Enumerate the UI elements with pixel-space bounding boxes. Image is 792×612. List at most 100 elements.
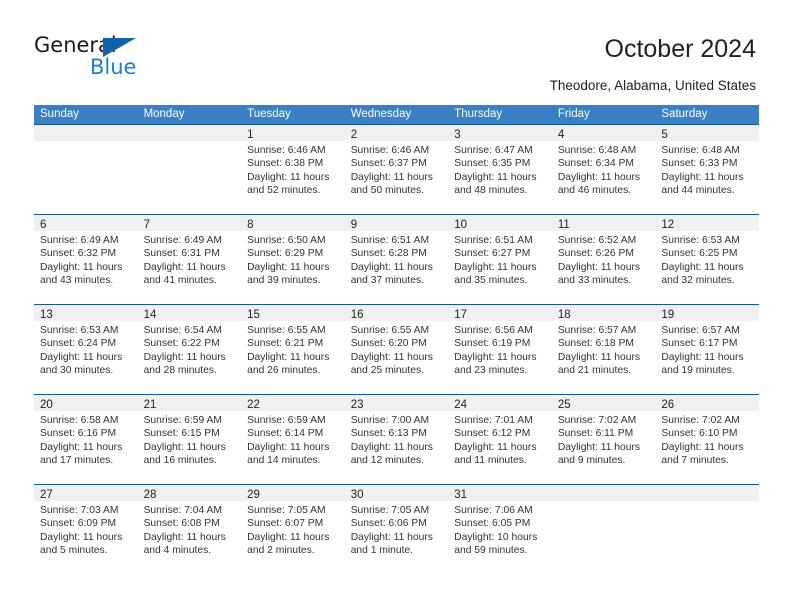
day-details: Sunrise: 7:01 AM Sunset: 6:12 PM Daylight:… [448,411,552,468]
day-number-band: 14 [137,305,242,321]
day-number-band: 17 [448,305,552,321]
calendar-day-cell[interactable]: 10 Sunrise: 6:51 AM Sunset: 6:27 PM Dayligh… [448,214,552,304]
sunset-text: Sunset: 6:35 PM [454,158,531,170]
day-details: Sunrise: 6:46 AM Sunset: 6:37 PM Daylight:… [345,141,449,198]
weekday-header-sunday: Sunday [40,108,80,120]
calendar-day-cell-empty [137,124,242,214]
day-number-band: 26 [655,395,759,411]
calendar-day-cell[interactable]: 1 Sunrise: 6:46 AM Sunset: 6:38 PM Daylight… [241,124,345,214]
daylight-text: Daylight: 11 hours and 50 minutes. [350,171,433,197]
day-number-band: 4 [551,125,656,141]
calendar-day-cell[interactable]: 12 Sunrise: 6:53 AM Sunset: 6:25 PM Dayligh… [655,214,759,304]
calendar-day-cell[interactable]: 26 Sunrise: 7:02 AM Sunset: 6:10 PM Dayligh… [655,394,759,484]
sunrise-text: Sunrise: 6:48 AM [557,145,637,156]
sunset-text: Sunset: 6:15 PM [143,428,220,440]
day-number: 13 [40,309,53,321]
calendar-day-cell[interactable]: 23 Sunrise: 7:00 AM Sunset: 6:13 PM Dayligh… [344,394,449,484]
day-details: Sunrise: 6:49 AM Sunset: 6:32 PM Daylight:… [34,231,138,288]
day-number-band: 23 [344,395,449,411]
daylight-text: Daylight: 10 hours and 59 minutes. [454,531,538,557]
sunrise-text: Sunrise: 6:57 AM [661,325,740,336]
calendar-day-cell[interactable]: 17 Sunrise: 6:56 AM Sunset: 6:19 PM Dayligh… [448,304,552,394]
sunrise-text: Sunrise: 7:03 AM [40,505,119,516]
sunrise-text: Sunrise: 6:51 AM [350,235,430,246]
calendar-day-cell[interactable]: 9 Sunrise: 6:51 AM Sunset: 6:28 PM Daylight… [344,214,449,304]
sunrise-text: Sunrise: 6:46 AM [350,145,430,156]
sunrise-text: Sunrise: 6:51 AM [454,235,533,246]
sunset-text: Sunset: 6:37 PM [350,158,427,170]
daylight-text: Daylight: 11 hours and 12 minutes. [350,441,433,467]
sunset-text: Sunset: 6:32 PM [40,248,117,260]
calendar-day-cell[interactable]: 6 Sunrise: 6:49 AM Sunset: 6:32 PM Daylight… [34,214,138,304]
calendar-day-cell[interactable]: 18 Sunrise: 6:57 AM Sunset: 6:18 PM Dayligh… [551,304,656,394]
sunrise-text: Sunrise: 6:55 AM [247,325,326,336]
calendar-day-cell[interactable]: 20 Sunrise: 6:58 AM Sunset: 6:16 PM Dayligh… [34,394,138,484]
calendar-day-cell[interactable]: 22 Sunrise: 6:59 AM Sunset: 6:14 PM Dayligh… [241,394,345,484]
calendar-day-cell[interactable]: 30 Sunrise: 7:05 AM Sunset: 6:06 PM Dayligh… [344,484,449,574]
sunset-text: Sunset: 6:22 PM [143,338,220,350]
day-number-band: 9 [344,215,449,231]
weekday-header-friday: Friday [557,108,590,120]
day-details: Sunrise: 7:02 AM Sunset: 6:10 PM Daylight:… [655,411,759,468]
day-number: 15 [247,309,260,321]
calendar-day-cell[interactable]: 29 Sunrise: 7:05 AM Sunset: 6:07 PM Dayligh… [241,484,345,574]
sunset-text: Sunset: 6:05 PM [454,518,531,530]
page-subtitle-location: Theodore, Alabama, United States [549,78,756,93]
daylight-text: Daylight: 11 hours and 19 minutes. [661,351,744,377]
day-details: Sunrise: 7:05 AM Sunset: 6:06 PM Daylight:… [345,501,449,558]
day-number-band: 13 [34,305,138,321]
calendar-day-cell[interactable]: 27 Sunrise: 7:03 AM Sunset: 6:09 PM Dayligh… [34,484,138,574]
calendar-day-cell[interactable]: 13 Sunrise: 6:53 AM Sunset: 6:24 PM Dayligh… [34,304,138,394]
daylight-text: Daylight: 11 hours and 33 minutes. [557,261,641,287]
sunrise-text: Sunrise: 6:53 AM [661,235,740,246]
sunset-text: Sunset: 6:18 PM [557,338,634,350]
daylight-text: Daylight: 11 hours and 5 minutes. [40,531,123,557]
day-details: Sunrise: 6:55 AM Sunset: 6:21 PM Daylight:… [241,321,345,378]
sunrise-text: Sunrise: 7:02 AM [557,415,637,426]
calendar-day-cell[interactable]: 14 Sunrise: 6:54 AM Sunset: 6:22 PM Dayligh… [137,304,242,394]
day-number-band: 28 [137,485,242,501]
calendar-day-cell[interactable]: 19 Sunrise: 6:57 AM Sunset: 6:17 PM Dayligh… [655,304,759,394]
day-number-band: 16 [344,305,449,321]
calendar-day-cell[interactable]: 5 Sunrise: 6:48 AM Sunset: 6:33 PM Daylight… [655,124,759,214]
day-number: 18 [557,309,571,321]
sunset-text: Sunset: 6:25 PM [661,248,738,260]
day-details: Sunrise: 6:59 AM Sunset: 6:15 PM Daylight:… [138,411,242,468]
sunrise-text: Sunrise: 6:52 AM [557,235,637,246]
day-number: 25 [557,399,571,411]
sunset-text: Sunset: 6:26 PM [557,248,634,260]
day-details: Sunrise: 6:51 AM Sunset: 6:28 PM Daylight:… [345,231,449,288]
day-details: Sunrise: 6:47 AM Sunset: 6:35 PM Daylight:… [448,141,552,198]
day-details: Sunrise: 6:46 AM Sunset: 6:38 PM Daylight:… [241,141,345,198]
calendar-day-cell[interactable]: 15 Sunrise: 6:55 AM Sunset: 6:21 PM Dayligh… [241,304,345,394]
calendar-day-cell[interactable]: 25 Sunrise: 7:02 AM Sunset: 6:11 PM Dayligh… [551,394,656,484]
day-number-band: 3 [448,125,552,141]
calendar-day-cell[interactable]: 7 Sunrise: 6:49 AM Sunset: 6:31 PM Daylight… [137,214,242,304]
day-details: Sunrise: 6:55 AM Sunset: 6:20 PM Daylight:… [345,321,449,378]
sunrise-text: Sunrise: 6:48 AM [661,145,740,156]
calendar-day-cell[interactable]: 28 Sunrise: 7:04 AM Sunset: 6:08 PM Dayligh… [137,484,242,574]
daylight-text: Daylight: 11 hours and 26 minutes. [247,351,330,377]
calendar-day-cell[interactable]: 3 Sunrise: 6:47 AM Sunset: 6:35 PM Daylight… [448,124,552,214]
sunrise-text: Sunrise: 7:01 AM [454,415,533,426]
calendar-day-cell[interactable]: 11 Sunrise: 6:52 AM Sunset: 6:26 PM Dayligh… [551,214,656,304]
calendar-day-cell[interactable]: 21 Sunrise: 6:59 AM Sunset: 6:15 PM Dayligh… [137,394,242,484]
calendar-day-cell[interactable]: 16 Sunrise: 6:55 AM Sunset: 6:20 PM Dayligh… [344,304,449,394]
calendar-day-cell[interactable]: 8 Sunrise: 6:50 AM Sunset: 6:29 PM Daylight… [241,214,345,304]
sunset-text: Sunset: 6:33 PM [661,158,738,170]
day-number-band: 27 [34,485,138,501]
sunrise-text: Sunrise: 7:05 AM [247,505,326,516]
day-number-band: 25 [551,395,656,411]
day-details: Sunrise: 6:51 AM Sunset: 6:27 PM Daylight:… [448,231,552,288]
sunset-text: Sunset: 6:34 PM [557,158,634,170]
calendar-day-cell[interactable]: 4 Sunrise: 6:48 AM Sunset: 6:34 PM Daylight… [551,124,656,214]
daylight-text: Daylight: 11 hours and 52 minutes. [247,171,330,197]
day-details: Sunrise: 6:52 AM Sunset: 6:26 PM Daylight:… [552,231,656,288]
day-number: 20 [40,399,53,411]
day-number-band: 24 [448,395,552,411]
day-number-band: 30 [344,485,449,501]
calendar-day-cell[interactable]: 2 Sunrise: 6:46 AM Sunset: 6:37 PM Daylight… [344,124,449,214]
day-number-band: 12 [655,215,759,231]
calendar-day-cell[interactable]: 31 Sunrise: 7:06 AM Sunset: 6:05 PM Dayligh… [448,484,552,574]
calendar-day-cell[interactable]: 24 Sunrise: 7:01 AM Sunset: 6:12 PM Dayligh… [448,394,552,484]
